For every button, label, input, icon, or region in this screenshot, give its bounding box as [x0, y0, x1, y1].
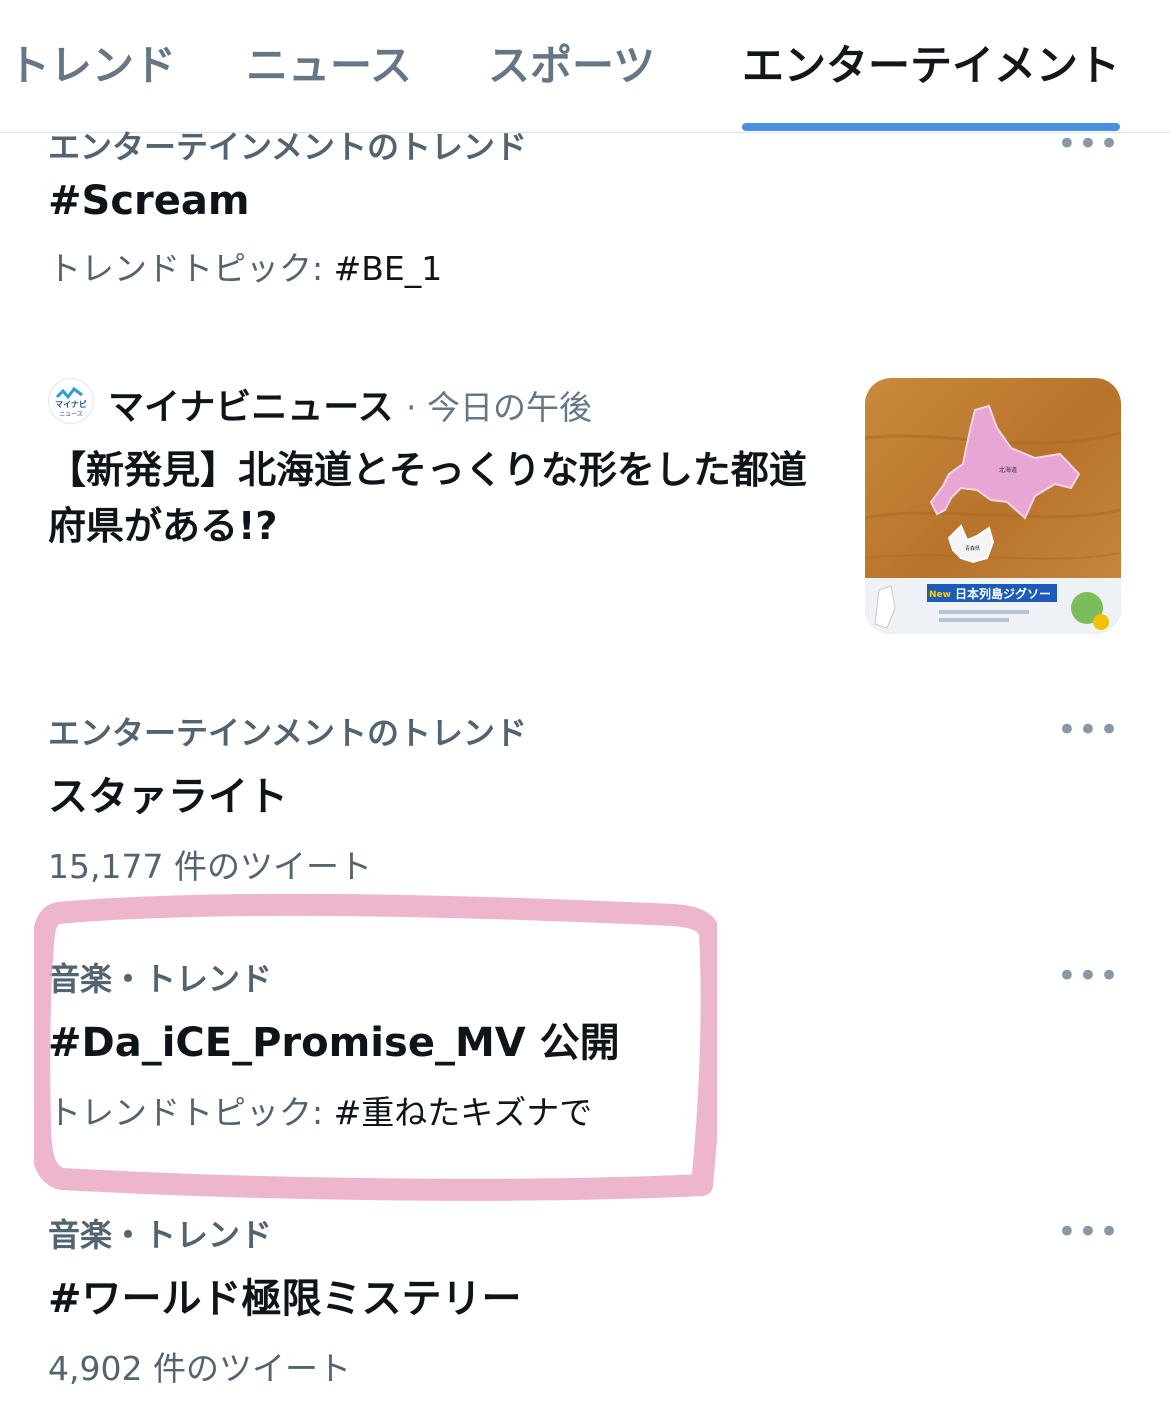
- more-options-icon[interactable]: •••: [1057, 713, 1120, 747]
- trend-category: エンターテインメントのトレンド: [48, 714, 528, 752]
- news-card[interactable]: マイナビ ニュース マイナビニュース · 今日の午後 【新発見】北海道とそっくり…: [48, 372, 1121, 636]
- more-options-icon[interactable]: •••: [1057, 127, 1120, 161]
- trend-item[interactable]: 音楽・トレンド #Da_iCE_Promise_MV 公開 トレンドトピック: …: [48, 954, 1122, 1134]
- svg-text:青森県: 青森県: [965, 545, 980, 552]
- trend-title: スタァライト: [48, 774, 288, 820]
- trend-item[interactable]: エンターテインメントのトレンド スタァライト 15,177 件のツイート •••: [48, 708, 1122, 888]
- trend-title: #Da_iCE_Promise_MV 公開: [48, 1020, 620, 1066]
- trend-tweet-count: 4,902 件のツイート: [48, 1349, 351, 1388]
- trend-title: #Scream: [48, 178, 250, 224]
- news-headline: 【新発見】北海道とそっくりな形をした都道府県がある!?: [48, 448, 807, 548]
- news-source-logo: マイナビ ニュース: [48, 378, 94, 424]
- tab-sports[interactable]: スポーツ: [488, 34, 655, 98]
- news-source: マイナビニュース · 今日の午後: [108, 387, 593, 428]
- tab-bar: トレンド ニュース スポーツ エンターテイメント: [0, 0, 1170, 133]
- trend-topic[interactable]: #BE_1: [334, 249, 443, 288]
- more-options-icon[interactable]: •••: [1057, 959, 1120, 993]
- tab-news[interactable]: ニュース: [246, 34, 412, 98]
- trend-topic[interactable]: #重ねたキズナで: [334, 1093, 593, 1132]
- trend-title: #ワールド極限ミステリー: [48, 1276, 522, 1322]
- trend-item[interactable]: 音楽・トレンド #ワールド極限ミステリー 4,902 件のツイート •••: [48, 1210, 1122, 1390]
- trend-category: 音楽・トレンド: [48, 1216, 273, 1254]
- news-time: · 今日の午後: [406, 388, 593, 427]
- trend-category: 音楽・トレンド: [48, 960, 273, 998]
- trend-subtitle: トレンドトピック: #重ねたキズナで: [48, 1093, 593, 1132]
- trend-category: エンターテインメントのトレンド: [48, 128, 528, 166]
- tab-trends[interactable]: トレンド: [8, 34, 176, 98]
- svg-text:New: New: [929, 590, 951, 600]
- svg-text:北海道: 北海道: [999, 466, 1017, 474]
- news-thumbnail: 北海道 青森県 New 日本列島ジグソー: [865, 378, 1121, 634]
- svg-text:マイナビ: マイナビ: [55, 399, 87, 409]
- trend-subtitle: トレンドトピック: #BE_1: [48, 249, 443, 288]
- svg-text:ニュース: ニュース: [59, 411, 83, 418]
- trend-tweet-count: 15,177 件のツイート: [48, 847, 372, 886]
- more-options-icon[interactable]: •••: [1057, 1215, 1120, 1249]
- trend-item[interactable]: エンターテインメントのトレンド #Scream トレンドトピック: #BE_1 …: [48, 122, 1122, 290]
- tab-entertainment[interactable]: エンターテイメント: [742, 34, 1120, 98]
- svg-text:日本列島ジグソー: 日本列島ジグソー: [955, 586, 1051, 601]
